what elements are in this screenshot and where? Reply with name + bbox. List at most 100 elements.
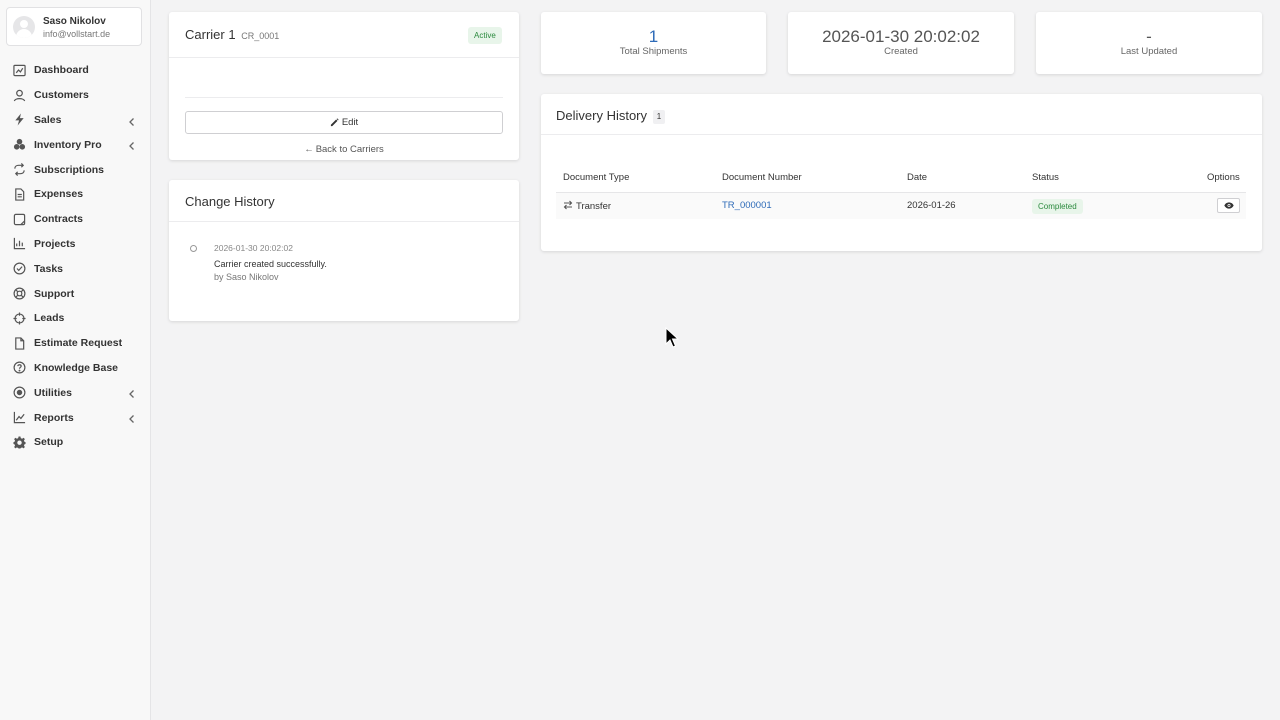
document-type-label: Transfer: [576, 201, 612, 212]
lifebuoy-icon: [13, 287, 26, 300]
count-badge: 1: [653, 110, 665, 124]
sidebar-item-knowledge-base[interactable]: Knowledge Base: [0, 356, 150, 381]
cell-date: 2026-01-26: [907, 200, 956, 211]
avatar: [13, 16, 35, 38]
mouse-cursor-icon: [665, 327, 679, 348]
sidebar-item-label: Tasks: [34, 262, 63, 275]
sidebar-item-tasks[interactable]: Tasks: [0, 256, 150, 281]
chevron-left-icon: [128, 139, 136, 151]
stat-label: Last Updated: [1120, 46, 1178, 57]
sidebar-item-sales[interactable]: Sales: [0, 108, 150, 133]
sidebar-nav: Dashboard Customers Sales Inventory Pro …: [0, 58, 150, 455]
sidebar-item-reports[interactable]: Reports: [0, 405, 150, 430]
document-icon: [13, 336, 26, 350]
history-entry-message: Carrier created successfully.: [214, 259, 327, 269]
line-chart-icon: [13, 411, 26, 424]
sidebar-item-label: Estimate Request: [34, 337, 123, 350]
arrow-left-icon: ←: [304, 144, 314, 155]
repeat-icon: [13, 163, 26, 177]
carrier-title: Carrier 1 CR_0001: [185, 27, 279, 42]
sidebar-item-utilities[interactable]: Utilities: [0, 380, 150, 405]
view-button[interactable]: [1217, 198, 1240, 213]
stat-label: Total Shipments: [619, 46, 688, 57]
column-header-document-type[interactable]: Document Type: [563, 172, 629, 183]
table-row: [556, 193, 1246, 219]
stat-value: 2026-01-30 20:02:02: [822, 27, 980, 46]
sidebar-item-label: Subscriptions: [34, 163, 105, 176]
sidebar-item-estimate-request[interactable]: Estimate Request: [0, 331, 150, 356]
sidebar-item-label: Sales: [34, 113, 62, 126]
cubes-icon: [13, 138, 26, 151]
stat-total-shipments: 1 Total Shipments: [541, 12, 766, 74]
carrier-name: Carrier 1: [185, 27, 236, 42]
cell-document-type: Transfer: [563, 200, 611, 212]
sidebar-item-label: Leads: [34, 312, 65, 325]
delivery-history-title: Delivery History: [556, 108, 648, 123]
user-profile[interactable]: Saso Nikolov info@vollstart.de: [6, 7, 142, 46]
pencil-icon: [330, 118, 339, 127]
user-icon: [13, 89, 26, 102]
edit-button[interactable]: Edit: [185, 111, 503, 134]
carrier-code: CR_0001: [241, 31, 280, 41]
sidebar-item-label: Reports: [34, 411, 74, 424]
sidebar-item-projects[interactable]: Projects: [0, 232, 150, 257]
dashboard-icon: [13, 64, 26, 77]
sidebar-item-label: Knowledge Base: [34, 361, 119, 374]
chart-icon: [13, 237, 26, 250]
question-circle-icon: [13, 361, 26, 374]
sidebar-item-label: Expenses: [34, 188, 84, 201]
change-history-title: Change History: [185, 194, 275, 209]
column-header-date[interactable]: Date: [907, 172, 927, 183]
back-link-label: Back to Carriers: [315, 144, 384, 155]
sidebar-item-label: Support: [34, 287, 75, 300]
dot-circle-icon: [13, 386, 26, 399]
sidebar-item-expenses[interactable]: Expenses: [0, 182, 150, 207]
carrier-card: Carrier 1 CR_0001 Edit ← Back to Carriers: [169, 12, 519, 160]
sidebar-item-dashboard[interactable]: Dashboard: [0, 58, 150, 83]
sidebar-item-contracts[interactable]: Contracts: [0, 207, 150, 232]
stat-value: 1: [648, 27, 659, 46]
sidebar-item-label: Setup: [34, 436, 64, 449]
sidebar-item-label: Contracts: [34, 213, 84, 226]
document-number-link[interactable]: TR_000001: [722, 200, 772, 211]
contract-icon: [13, 213, 26, 226]
status-badge: Completed: [1032, 199, 1083, 214]
stat-label: Created: [884, 46, 918, 57]
delivery-history-card: Delivery History 1 Document Type Documen…: [541, 94, 1262, 251]
stat-created: 2026-01-30 20:02:02 Created: [788, 12, 1014, 74]
divider: [169, 221, 519, 222]
column-header-document-number[interactable]: Document Number: [722, 172, 802, 183]
stat-value: -: [1146, 27, 1152, 46]
bolt-icon: [13, 113, 26, 127]
eye-icon: [1223, 202, 1234, 209]
sidebar-item-setup[interactable]: Setup: [0, 430, 150, 455]
sidebar-item-label: Projects: [34, 237, 76, 250]
edit-button-label: Edit: [341, 117, 359, 128]
chevron-left-icon: [128, 387, 136, 399]
chevron-left-icon: [128, 115, 136, 126]
user-email: info@vollstart.de: [43, 29, 111, 39]
sidebar-item-label: Customers: [34, 89, 89, 102]
sidebar-item-support[interactable]: Support: [0, 281, 150, 306]
sidebar-item-subscriptions[interactable]: Subscriptions: [0, 157, 150, 182]
sidebar-item-customers[interactable]: Customers: [0, 83, 150, 108]
divider: [541, 134, 1262, 135]
timeline-dot: [190, 245, 197, 252]
history-entry-author: by Saso Nikolov: [214, 272, 279, 282]
sidebar-item-label: Utilities: [34, 386, 72, 399]
column-header-status[interactable]: Status: [1032, 172, 1059, 183]
user-name: Saso Nikolov: [43, 16, 106, 27]
gear-icon: [13, 436, 26, 449]
status-badge: Active: [468, 27, 502, 44]
transfer-icon: [563, 200, 573, 210]
chevron-left-icon: [128, 412, 136, 424]
sidebar: Saso Nikolov info@vollstart.de Dashboard…: [0, 0, 151, 720]
crosshair-icon: [13, 312, 26, 325]
back-to-carriers-link[interactable]: ← Back to Carriers: [169, 144, 519, 155]
check-circle-icon: [13, 262, 26, 275]
sidebar-item-inventory-pro[interactable]: Inventory Pro: [0, 132, 150, 157]
sidebar-item-label: Inventory Pro: [34, 138, 102, 151]
divider: [169, 57, 519, 58]
sidebar-item-leads[interactable]: Leads: [0, 306, 150, 331]
column-header-options: Options: [1207, 172, 1240, 183]
